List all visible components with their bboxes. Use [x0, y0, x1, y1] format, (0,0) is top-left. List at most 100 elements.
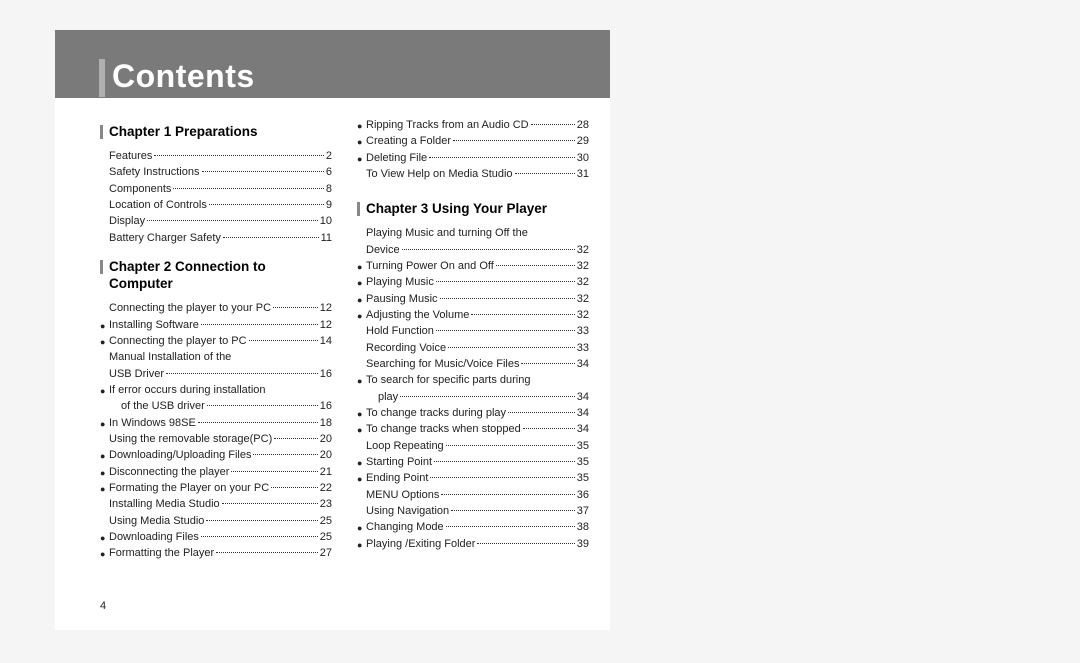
leader-dots [440, 298, 575, 299]
toc-label: To change tracks when stopped [366, 422, 521, 437]
toc-entry: ●Formatting the Player27 [100, 546, 332, 561]
toc-page: 36 [577, 488, 589, 503]
toc-page: 12 [320, 301, 332, 316]
bullet-icon: ● [357, 377, 366, 386]
toc-entry: ●Disconnecting the player21 [100, 465, 332, 480]
leader-dots [531, 124, 575, 125]
toc-page: 11 [321, 231, 332, 246]
toc-label: of the USB driver [121, 399, 205, 414]
toc-label: Installing Software [109, 318, 199, 333]
toc-page: 25 [320, 514, 332, 529]
toc-page: 32 [577, 259, 589, 274]
toc-label: Recording Voice [366, 341, 446, 356]
toc-entry: of the USB driver16 [100, 399, 332, 414]
toc-label: Installing Media Studio [109, 497, 220, 512]
toc-entry: Installing Media Studio 23 [100, 497, 332, 512]
toc-label: To search for specific parts during [366, 373, 530, 388]
toc-page: 21 [320, 465, 332, 480]
leader-dots [222, 503, 318, 504]
column-right: ●Ripping Tracks from an Audio CD28●Creat… [357, 118, 589, 563]
toc-label: Pausing Music [366, 292, 438, 307]
toc-entry: ●Playing /Exiting Folder39 [357, 537, 589, 552]
leader-dots [508, 412, 575, 413]
toc-entry: Using Navigation37 [357, 504, 589, 519]
chapter-accent-bar [100, 125, 103, 139]
toc-entry: ●Formating the Player on your PC 22 [100, 481, 332, 496]
toc-entry: ●Starting Point35 [357, 455, 589, 470]
toc-page: 32 [577, 308, 589, 323]
toc-entry: Connecting the player to your PC 12 [100, 301, 332, 316]
chapter-accent-bar [100, 260, 103, 274]
toc-label: Features [109, 149, 152, 164]
toc-page: 34 [577, 390, 589, 405]
bullet-icon: ● [357, 296, 366, 305]
toc-entry: Location of Controls9 [100, 198, 332, 213]
toc-label: Formatting the Player [109, 546, 214, 561]
leader-dots [434, 461, 575, 462]
leader-dots [521, 363, 574, 364]
toc-entry: Recording Voice 33 [357, 341, 589, 356]
toc-entry: ●Connecting the player to PC 14 [100, 334, 332, 349]
toc-label: Connecting the player to your PC [109, 301, 271, 316]
leader-dots [253, 454, 317, 455]
leader-dots [274, 438, 318, 439]
toc-page: 6 [326, 165, 332, 180]
toc-label: Device [366, 243, 400, 258]
toc-entry: play34 [357, 390, 589, 405]
toc-label: Formating the Player on your PC [109, 481, 269, 496]
toc-label: Location of Controls [109, 198, 207, 213]
toc-label: Hold Function [366, 324, 434, 339]
bullet-icon: ● [100, 469, 109, 478]
bullet-icon: ● [100, 420, 109, 429]
toc-label: Searching for Music/Voice Files [366, 357, 519, 372]
bullet-icon: ● [100, 338, 109, 347]
toc-entry: Battery Charger Safety11 [100, 231, 332, 246]
toc-label: Turning Power On and Off [366, 259, 494, 274]
toc-page: 34 [577, 357, 589, 372]
toc-entry: Hold Function33 [357, 324, 589, 339]
toc-entry: ●Ending Point 35 [357, 471, 589, 486]
toc-entry: Searching for Music/Voice Files 34 [357, 357, 589, 372]
bullet-icon: ● [357, 475, 366, 484]
toc-entry: ●Ripping Tracks from an Audio CD28 [357, 118, 589, 133]
leader-dots [430, 477, 574, 478]
toc-page: 14 [320, 334, 332, 349]
toc-entry: Display10 [100, 214, 332, 229]
page-title: Contents [112, 58, 255, 95]
toc-page: 33 [577, 341, 589, 356]
spacer [357, 183, 589, 195]
toc-page: 34 [577, 422, 589, 437]
leader-dots [441, 494, 574, 495]
toc-entry: ●Installing Software12 [100, 318, 332, 333]
leader-dots [446, 445, 575, 446]
toc-label: Downloading/Uploading Files [109, 448, 251, 463]
leader-dots [201, 536, 318, 537]
leader-dots [273, 307, 318, 308]
bullet-icon: ● [100, 485, 109, 494]
leader-dots [436, 330, 575, 331]
bullet-icon: ● [357, 541, 366, 550]
leader-dots [201, 324, 318, 325]
bullet-icon: ● [100, 534, 109, 543]
leader-dots [202, 171, 324, 172]
toc-entry: Features2 [100, 149, 332, 164]
toc-page: 20 [320, 432, 332, 447]
toc-label: To View Help on Media Studio [366, 167, 513, 182]
leader-dots [402, 249, 575, 250]
chapter-title: Chapter 1 Preparations [109, 124, 258, 141]
toc-label: Ending Point [366, 471, 428, 486]
leader-dots [206, 520, 317, 521]
leader-dots [209, 204, 324, 205]
toc-page: 23 [320, 497, 332, 512]
toc-label: Connecting the player to PC [109, 334, 247, 349]
bullet-icon: ● [100, 550, 109, 559]
toc-page: 16 [320, 367, 332, 382]
toc-label: Downloading Files [109, 530, 199, 545]
title-accent-bar [99, 59, 105, 97]
toc-entry: Playing Music and turning Off the [357, 226, 589, 241]
toc-page: 35 [577, 439, 589, 454]
toc-page: 22 [320, 481, 332, 496]
toc-entry: ●Pausing Music32 [357, 292, 589, 307]
toc-page: 35 [577, 471, 589, 486]
chapter-title: Chapter 2 Connection to Computer [109, 259, 332, 293]
